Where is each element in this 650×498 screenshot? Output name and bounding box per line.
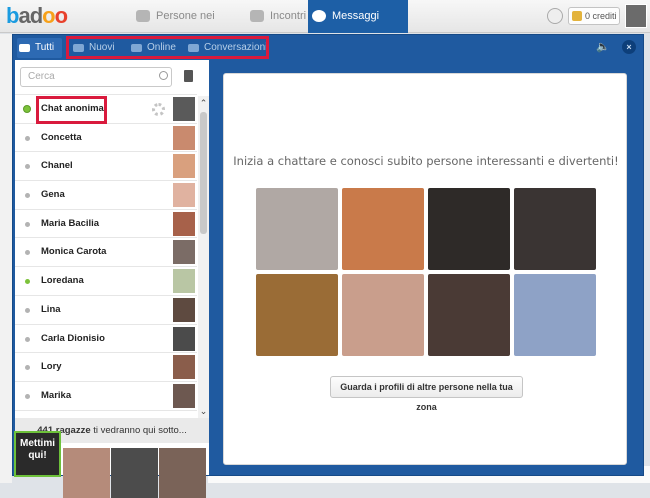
contact-row[interactable]: Gena	[15, 181, 197, 210]
credits-button[interactable]: 0 crediti	[568, 7, 620, 25]
offline-status-icon	[25, 393, 30, 399]
contact-avatar	[173, 97, 195, 121]
top-bar: badoo Persone nei dintorni Incontri Mess…	[0, 0, 650, 55]
contact-avatar	[173, 183, 195, 208]
background-page	[0, 34, 12, 483]
credits-icon	[572, 11, 582, 21]
offline-status-icon	[25, 250, 30, 256]
toggle-icon[interactable]	[547, 8, 563, 24]
contact-name: Lory	[41, 361, 62, 373]
welcome-panel: Inizia a chattare e conosci subito perso…	[223, 73, 627, 465]
folder-icon	[19, 44, 30, 52]
online-status-icon	[23, 105, 31, 113]
contact-avatar	[173, 355, 195, 380]
tabs-highlight-box	[66, 36, 269, 59]
chat-tabs: Tutti Nuovi Online Conversazioni 🔈 ×	[13, 35, 643, 60]
contact-avatar	[173, 383, 195, 408]
promo-photo	[63, 448, 110, 498]
contact-avatar	[173, 326, 195, 351]
encounters-icon	[250, 10, 264, 22]
contact-name: Chanel	[41, 160, 73, 172]
put-me-here-button[interactable]: Mettimi qui!	[14, 431, 61, 477]
contact-avatar	[173, 297, 195, 322]
profile-photo[interactable]	[428, 188, 510, 270]
contact-name: Maria Bacilia	[41, 217, 100, 229]
chevron-up-icon[interactable]: ⌃	[198, 98, 209, 108]
offline-status-icon	[25, 135, 30, 141]
profile-photo[interactable]	[514, 188, 596, 270]
contact-row[interactable]: Carla Dionisio	[15, 324, 197, 354]
profile-photo[interactable]	[256, 188, 338, 270]
contact-name: Marika	[41, 389, 72, 401]
search-input[interactable]: Cerca	[20, 67, 172, 87]
contact-row[interactable]: Monica Carota	[15, 238, 197, 268]
offline-status-icon	[25, 164, 30, 170]
chat-bubble-icon	[312, 10, 326, 22]
profile-photo[interactable]	[514, 274, 596, 356]
user-avatar[interactable]	[625, 4, 647, 28]
nav-people-nearby[interactable]: Persone nei dintorni	[132, 0, 250, 55]
profile-photo-grid	[256, 188, 598, 358]
contact-name: Gena	[41, 189, 65, 201]
close-icon[interactable]: ×	[622, 40, 636, 54]
contact-row[interactable]: Lina	[15, 295, 197, 325]
people-icon	[136, 10, 150, 22]
contact-row[interactable]: Lory	[15, 353, 197, 382]
contact-list-scrollbar[interactable]: ⌃ ⌄	[198, 96, 209, 418]
contact-row[interactable]: Loredana	[15, 267, 197, 296]
offline-status-icon	[25, 365, 30, 371]
promo-photo	[159, 448, 206, 498]
profile-photo[interactable]	[342, 274, 424, 356]
gear-icon[interactable]	[152, 103, 165, 116]
contact-name: Monica Carota	[41, 246, 107, 258]
chevron-down-icon[interactable]: ⌄	[198, 406, 209, 416]
contact-avatar	[173, 269, 195, 294]
chat-window: Tutti Nuovi Online Conversazioni 🔈 × Cer…	[12, 34, 644, 498]
offline-status-icon	[25, 221, 30, 227]
contact-name: Loredana	[41, 275, 84, 287]
browse-nearby-profiles-button[interactable]: Guarda i profili di altre persone nella …	[330, 376, 523, 412]
contact-avatar	[173, 125, 195, 150]
nav-messages[interactable]: Messaggi	[308, 0, 408, 33]
invite-text: Inizia a chattare e conosci subito perso…	[233, 154, 619, 168]
contact-avatar	[173, 240, 195, 265]
profile-photo[interactable]	[256, 274, 338, 356]
chat-highlight-box	[36, 96, 107, 124]
contact-name: Lina	[41, 303, 61, 315]
speaker-icon[interactable]: 🔈	[596, 41, 610, 53]
contact-row[interactable]: Chanel	[15, 152, 197, 182]
online-status-icon	[25, 279, 30, 285]
contact-name: Carla Dionisio	[41, 332, 105, 344]
trash-icon[interactable]	[184, 70, 193, 82]
contact-avatar	[173, 211, 195, 236]
promo-photo	[111, 448, 158, 498]
contact-row[interactable]: Marika	[15, 381, 197, 411]
scrollbar-thumb[interactable]	[200, 112, 207, 234]
contact-row[interactable]: Maria Bacilia	[15, 209, 197, 239]
profile-photo[interactable]	[428, 274, 510, 356]
search-icon[interactable]	[159, 71, 168, 80]
contact-name: Concetta	[41, 131, 82, 143]
profile-photo[interactable]	[342, 188, 424, 270]
contact-row[interactable]: Concetta	[15, 123, 197, 153]
badoo-logo[interactable]: badoo	[6, 3, 68, 29]
nav-encounters[interactable]: Incontri	[246, 0, 306, 33]
contact-list: Chat anonima Concetta Chanel Gena Maria …	[15, 94, 197, 418]
tab-all[interactable]: Tutti	[17, 38, 63, 58]
offline-status-icon	[25, 307, 30, 313]
offline-status-icon	[25, 336, 30, 342]
offline-status-icon	[25, 193, 30, 199]
contact-avatar	[173, 154, 195, 179]
